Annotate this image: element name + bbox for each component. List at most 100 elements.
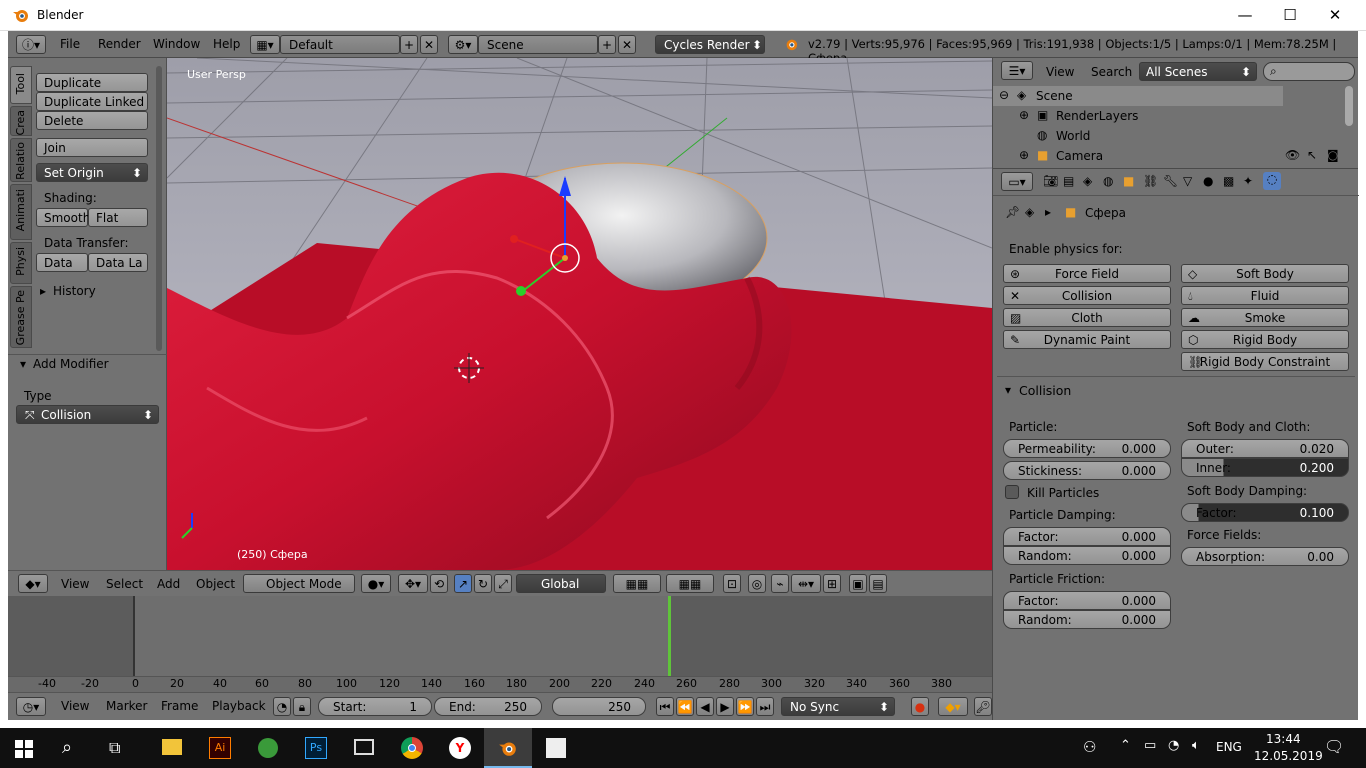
menu-window[interactable]: Window — [153, 37, 200, 51]
tab-grease-pencil[interactable]: Grease Pe — [10, 286, 32, 348]
collision-panel-collapse-icon[interactable]: ▾ — [1005, 383, 1011, 397]
lock-camera-icon[interactable]: ⊡ — [723, 574, 741, 593]
data-button[interactable]: Data — [36, 253, 88, 272]
menu-object[interactable]: Object — [196, 577, 235, 591]
chevron-up-icon[interactable]: ⌃ — [1120, 738, 1131, 753]
notifications-icon[interactable]: 🗨︎ — [1324, 737, 1344, 756]
menu-playback[interactable]: Playback — [212, 699, 266, 713]
zbrush-icon[interactable] — [532, 728, 580, 768]
tab-create[interactable]: Crea — [10, 106, 32, 136]
absorption-field[interactable]: Absorption: 0.00 — [1181, 547, 1349, 566]
menu-help[interactable]: Help — [213, 37, 240, 51]
rotate-manipulator-icon[interactable]: ↻ — [474, 574, 492, 593]
material-tab-icon[interactable]: ● — [1203, 174, 1213, 188]
minimize-button[interactable]: — — [1222, 0, 1268, 30]
add-layout-icon[interactable]: + — [400, 35, 418, 54]
jump-start-icon[interactable]: ⏮ — [656, 697, 674, 716]
properties-context-tabs[interactable]: 📷︎ ▤ ◈ ◍ ■ ⛓ 🔧︎ ▽ ● ▩ ✦ ◌ — [1043, 171, 1281, 193]
3d-viewport[interactable]: User Persp (250) Сфера — [167, 58, 992, 570]
editor-type-timeline-icon[interactable]: ◷▾ — [16, 697, 46, 716]
layers-icon[interactable]: ▦▦ — [613, 574, 661, 593]
orientation-select[interactable]: Global — [516, 574, 606, 593]
illustrator-icon[interactable]: Ai — [196, 728, 244, 768]
proportional-edit-icon[interactable]: ◎ — [748, 574, 766, 593]
rigid-body-constraint-button[interactable]: ⛓ Rigid Body Constraint — [1181, 352, 1349, 371]
menu-view[interactable]: View — [61, 699, 89, 713]
toolshelf-scrollbar[interactable] — [156, 66, 162, 351]
remove-layout-icon[interactable]: ✕ — [420, 35, 438, 54]
chrome-icon[interactable] — [388, 728, 436, 768]
blender-taskbar-icon[interactable] — [484, 728, 532, 768]
delete-button[interactable]: Delete — [36, 111, 148, 130]
volume-icon[interactable]: 🔈︎ — [1192, 738, 1200, 753]
start-frame-field[interactable]: Start: 1 — [318, 697, 432, 716]
outliner-search-input[interactable]: ⌕ — [1263, 62, 1355, 81]
rigid-body-button[interactable]: ⬡ Rigid Body — [1181, 330, 1349, 349]
scene-icon[interactable]: ⚙▾ — [448, 35, 478, 54]
wifi-icon[interactable]: ◔ — [1168, 738, 1179, 753]
history-expand-icon[interactable]: ▸ — [40, 284, 46, 298]
tab-physics[interactable]: Physi — [10, 242, 32, 284]
modifier-type-dropdown[interactable]: ⤧ Collision ⬍ — [16, 405, 159, 424]
cloth-button[interactable]: ▨ Cloth — [1003, 308, 1171, 327]
world-tab-icon[interactable]: ◍ — [1103, 174, 1113, 188]
damping-random-field[interactable]: Random: 0.000 — [1003, 546, 1171, 565]
file-explorer-icon[interactable] — [148, 728, 196, 768]
soft-body-button[interactable]: ◇ Soft Body — [1181, 264, 1349, 283]
preview-range-icon[interactable]: ◔ — [273, 697, 291, 716]
visibility-eye-icon[interactable]: 👁︎ — [1285, 148, 1300, 162]
outliner-row-world[interactable]: ◍ World — [993, 126, 1283, 146]
collision-button[interactable]: ✕ Collision — [1003, 286, 1171, 305]
opengl-render-icon[interactable]: ▣ — [849, 574, 867, 593]
clock-time[interactable]: 13:44 — [1266, 732, 1301, 746]
tab-animation[interactable]: Animati — [10, 184, 32, 240]
add-modifier-collapse-icon[interactable]: ▾ — [20, 357, 26, 371]
timeline[interactable]: -40 -20 0 20 40 60 80 100 120 140 160 18… — [8, 596, 992, 692]
pin-icon[interactable]: 📌︎ — [1005, 205, 1020, 219]
set-origin-dropdown[interactable]: Set Origin ⬍ — [36, 163, 148, 182]
app-globe-icon[interactable] — [244, 728, 292, 768]
video-editor-icon[interactable] — [340, 728, 388, 768]
fluid-button[interactable]: 💧︎ Fluid — [1181, 286, 1349, 305]
manipulator-icon[interactable]: ⟲ — [430, 574, 448, 593]
editor-type-properties-icon[interactable]: ▭▾ — [1001, 172, 1033, 191]
outliner-row-scene[interactable]: ⊖ ◈ Scene — [993, 86, 1283, 106]
lock-range-icon[interactable]: 🔒︎ — [293, 697, 311, 716]
yandex-browser-icon[interactable]: Y — [436, 728, 484, 768]
data-tab-icon[interactable]: ▽ — [1183, 174, 1192, 188]
end-frame-field[interactable]: End: 250 — [434, 697, 542, 716]
constraints-tab-icon[interactable]: ⛓ — [1143, 174, 1158, 188]
outliner-row-camera[interactable]: ⊕ ■ Camera 👁︎ ↖ ◙ — [993, 146, 1359, 166]
snap-target-icon[interactable]: ⊞ — [823, 574, 841, 593]
renderlayers-tab-icon[interactable]: ▤ — [1063, 174, 1074, 188]
collapse-icon[interactable]: ⊖ — [999, 88, 1009, 102]
menu-view[interactable]: View — [61, 577, 89, 591]
search-icon[interactable]: ⌕ — [62, 737, 72, 758]
modifiers-tab-icon[interactable]: 🔧︎ — [1163, 174, 1178, 188]
expand-icon[interactable]: ⊕ — [1019, 108, 1029, 122]
editor-type-info-icon[interactable]: ⓘ▾ — [16, 35, 46, 54]
smooth-button[interactable]: Smooth — [36, 208, 90, 227]
menu-file[interactable]: File — [60, 37, 80, 51]
particles-tab-icon[interactable]: ✦ — [1243, 174, 1253, 188]
render-engine-select[interactable]: Cycles Render ⬍ — [655, 35, 765, 54]
layout-select[interactable]: Default — [280, 35, 400, 54]
dynamic-paint-button[interactable]: ✎ Dynamic Paint — [1003, 330, 1171, 349]
inner-field[interactable]: Inner: 0.200 — [1181, 458, 1349, 477]
menu-add[interactable]: Add — [157, 577, 180, 591]
menu-select[interactable]: Select — [106, 577, 143, 591]
current-frame-marker[interactable] — [668, 596, 671, 676]
tab-tool[interactable]: Tool — [10, 66, 32, 104]
menu-view[interactable]: View — [1046, 65, 1074, 79]
people-icon[interactable]: ⚇ — [1083, 738, 1096, 756]
physics-tab-icon[interactable]: ◌ — [1263, 172, 1281, 190]
clock-date[interactable]: 12.05.2019 — [1254, 749, 1323, 763]
data-layout-button[interactable]: Data La — [88, 253, 148, 272]
current-frame-field[interactable]: 250 — [552, 697, 646, 716]
scene-tab-icon[interactable]: ◈ — [1083, 174, 1092, 188]
photoshop-icon[interactable]: Ps — [292, 728, 340, 768]
snap-element-icon[interactable]: ⇹▾ — [791, 574, 821, 593]
tab-relations[interactable]: Relatio — [10, 138, 32, 182]
maximize-button[interactable]: ☐ — [1267, 0, 1313, 30]
flat-button[interactable]: Flat — [88, 208, 148, 227]
